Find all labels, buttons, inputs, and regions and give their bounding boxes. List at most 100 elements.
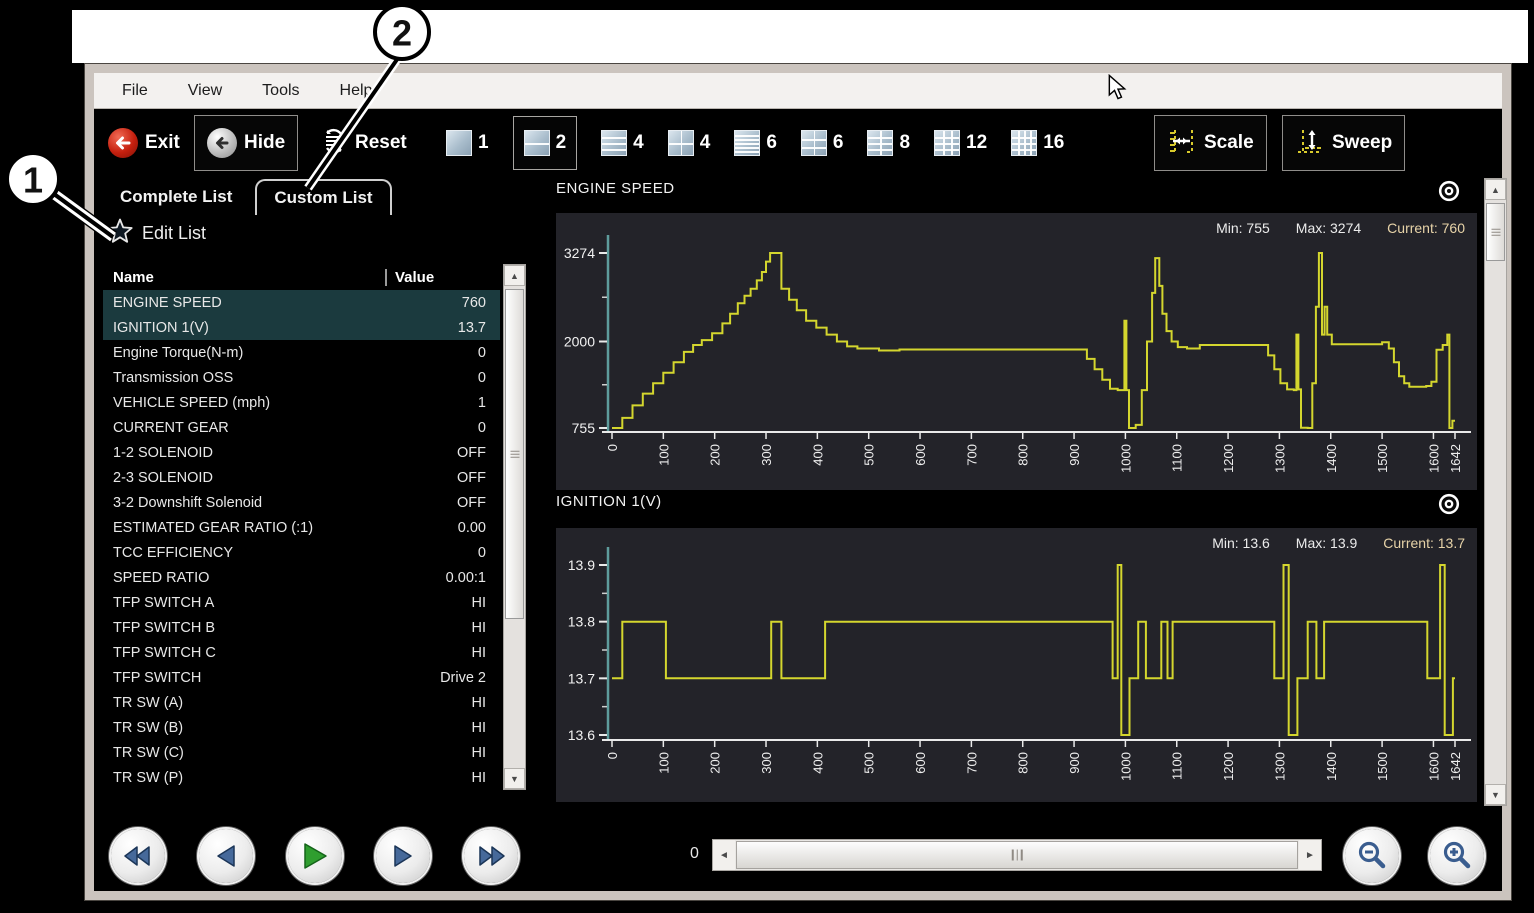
- step-forward-button[interactable]: [376, 829, 430, 883]
- layout-button-16-8[interactable]: 16: [1011, 116, 1064, 170]
- layout-button-8-6[interactable]: 8: [867, 116, 910, 170]
- timeline-scroll-right-arrow[interactable]: ►: [1299, 840, 1321, 870]
- table-row[interactable]: IGNITION 1(V) 13.7: [103, 315, 500, 340]
- layout-button-6-4[interactable]: 6: [734, 116, 777, 170]
- scale-button[interactable]: Scale: [1154, 115, 1267, 171]
- layout-button-1-0[interactable]: 1: [446, 116, 489, 170]
- table-row[interactable]: 2-3 SOLENOID OFF: [103, 465, 500, 490]
- parameter-value: HI: [472, 745, 501, 761]
- fast-forward-button[interactable]: [464, 829, 518, 883]
- parameter-value: OFF: [457, 470, 500, 486]
- layout-button-label: 4: [633, 132, 644, 154]
- rewind-button[interactable]: [111, 829, 165, 883]
- table-row[interactable]: CURRENT GEAR 0: [103, 415, 500, 440]
- table-row[interactable]: TFP SWITCH Drive 2: [103, 665, 500, 690]
- svg-text:500: 500: [862, 444, 877, 466]
- hide-button[interactable]: Hide: [194, 115, 298, 171]
- parameter-value: OFF: [457, 445, 500, 461]
- parameter-name: TFP SWITCH B: [103, 620, 472, 636]
- parameter-value: 760: [462, 295, 500, 311]
- zoom-out-button[interactable]: [1345, 829, 1399, 883]
- chart-scroll-down-arrow[interactable]: ▼: [1485, 784, 1506, 805]
- menu-item-file[interactable]: File: [122, 82, 148, 100]
- parameter-table: Name Value ENGINE SPEED 760 IGNITION 1(V…: [103, 264, 500, 790]
- svg-text:13.6: 13.6: [568, 727, 595, 743]
- layout-button-12-7[interactable]: 12: [934, 116, 987, 170]
- sweep-button[interactable]: Sweep: [1282, 115, 1405, 171]
- parameter-name: 1-2 SOLENOID: [103, 445, 457, 461]
- table-row[interactable]: TR SW (A) HI: [103, 690, 500, 715]
- table-row[interactable]: SPEED RATIO 0.00:1: [103, 565, 500, 590]
- table-row[interactable]: Engine Torque(N-m) 0: [103, 340, 500, 365]
- parameter-name: ENGINE SPEED: [103, 295, 462, 311]
- layout-button-4-3[interactable]: 4: [668, 116, 711, 170]
- parameter-name: TR SW (B): [103, 720, 472, 736]
- table-row[interactable]: TR SW (C) HI: [103, 740, 500, 765]
- svg-text:2000: 2000: [564, 334, 595, 350]
- menu-item-tools[interactable]: Tools: [262, 82, 299, 100]
- layout-button-6-5[interactable]: 6: [801, 116, 844, 170]
- grid-2x1-icon: [524, 130, 550, 156]
- parameter-value: HI: [472, 595, 501, 611]
- parameter-value: 13.7: [458, 320, 500, 336]
- parameter-value: OFF: [457, 495, 500, 511]
- ignition-chart-panel: Min: 13.6 Max: 13.9 Current: 13.7 13.913…: [556, 528, 1477, 802]
- svg-text:600: 600: [913, 444, 928, 466]
- table-row[interactable]: TFP SWITCH A HI: [103, 590, 500, 615]
- table-row[interactable]: Transmission OSS 0: [103, 365, 500, 390]
- record-toggle-icon[interactable]: [1438, 180, 1460, 202]
- svg-text:200: 200: [708, 444, 723, 466]
- menu-bar: File View Tools Help: [94, 73, 1502, 109]
- table-row[interactable]: TR SW (B) HI: [103, 715, 500, 740]
- table-row[interactable]: TCC EFFICIENCY 0: [103, 540, 500, 565]
- menu-item-view[interactable]: View: [188, 82, 222, 100]
- timeline-scrollbar-thumb[interactable]: [736, 841, 1298, 869]
- svg-text:1500: 1500: [1375, 444, 1390, 473]
- chart-scrollbar-thumb[interactable]: [1486, 203, 1505, 261]
- play-button[interactable]: [288, 829, 342, 883]
- tab-complete-list[interactable]: Complete List: [120, 187, 232, 207]
- exit-button[interactable]: Exit: [108, 109, 180, 177]
- callout-circle-1: [7, 153, 59, 205]
- table-scroll-up-arrow[interactable]: ▲: [504, 265, 525, 286]
- layout-button-2-1[interactable]: 2: [513, 116, 578, 170]
- timeline-scrollbar[interactable]: ◄ ►: [712, 839, 1322, 871]
- table-row[interactable]: TR SW (P) HI: [103, 765, 500, 790]
- menu-item-help[interactable]: Help: [340, 82, 373, 100]
- table-row[interactable]: ESTIMATED GEAR RATIO (:1) 0.00: [103, 515, 500, 540]
- parameter-value: 1: [478, 395, 500, 411]
- step-back-button[interactable]: [199, 829, 253, 883]
- tab-custom-list[interactable]: Custom List: [255, 179, 392, 215]
- layout-button-label: 12: [966, 132, 987, 154]
- table-row[interactable]: 3-2 Downshift Solenoid OFF: [103, 490, 500, 515]
- svg-text:100: 100: [656, 752, 671, 774]
- exit-arrow-icon: [108, 128, 138, 158]
- table-row[interactable]: 1-2 SOLENOID OFF: [103, 440, 500, 465]
- chart-stats: Min: 13.6 Max: 13.9 Current: 13.7: [1212, 535, 1465, 551]
- reset-button[interactable]: Reset: [320, 109, 407, 177]
- chart-scroll-up-arrow[interactable]: ▲: [1485, 179, 1506, 200]
- chart-title-engine-speed: ENGINE SPEED: [556, 180, 675, 197]
- table-row[interactable]: TFP SWITCH C HI: [103, 640, 500, 665]
- svg-text:100: 100: [656, 444, 671, 466]
- playback-position-label: 0: [690, 845, 699, 863]
- svg-text:700: 700: [964, 444, 979, 466]
- table-scrollbar-thumb[interactable]: [505, 289, 524, 619]
- edit-list-button[interactable]: Edit List: [106, 217, 206, 250]
- timeline-scroll-left-arrow[interactable]: ◄: [713, 840, 735, 870]
- svg-text:1600: 1600: [1426, 752, 1441, 781]
- svg-text:13.9: 13.9: [568, 557, 595, 573]
- svg-text:1000: 1000: [1118, 444, 1133, 473]
- parameter-value: 0: [478, 370, 500, 386]
- table-scrollbar[interactable]: ▲ ▼: [503, 264, 526, 790]
- table-row[interactable]: TFP SWITCH B HI: [103, 615, 500, 640]
- table-scroll-down-arrow[interactable]: ▼: [504, 768, 525, 789]
- record-toggle-icon[interactable]: [1438, 493, 1460, 515]
- layout-button-4-2[interactable]: 4: [601, 116, 644, 170]
- layout-button-label: 6: [766, 132, 777, 154]
- ignition-chart: 13.913.813.713.6010020030040050060070080…: [556, 528, 1477, 802]
- table-row[interactable]: VEHICLE SPEED (mph) 1: [103, 390, 500, 415]
- chart-scrollbar[interactable]: ▲ ▼: [1484, 178, 1507, 806]
- table-row[interactable]: ENGINE SPEED 760: [103, 290, 500, 315]
- zoom-in-button[interactable]: [1430, 829, 1484, 883]
